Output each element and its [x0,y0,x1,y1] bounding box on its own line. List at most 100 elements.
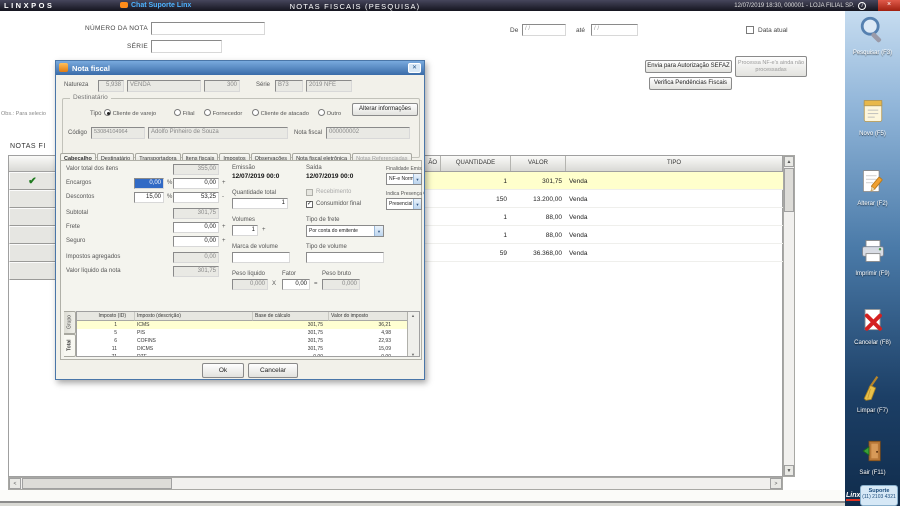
natureza-desc-field[interactable]: VENDA [127,80,201,92]
edit-pencil-icon [859,167,887,200]
side-tab-total[interactable]: Total [64,334,76,357]
impostos-row[interactable]: 5 PIS 301,75 4,98 [77,329,407,337]
scroll-right-button[interactable]: > [770,478,782,489]
row-selector[interactable]: ✔ [9,172,56,190]
presenca-dropdown[interactable]: Presencial ▼ [386,198,422,210]
impostos-header-id[interactable]: Imposto (ID) [77,312,135,321]
nota-fiscal-numero-field[interactable]: 000000002 [326,127,410,139]
app-logo: LINXPOS [4,1,55,10]
impostos-agregados-field[interactable]: 0,00 [173,252,219,263]
verifica-pendencias-button[interactable]: Verifica Pendências Fiscais [649,77,732,90]
chat-support-link[interactable]: Chat Suporte Linx [131,2,191,9]
radio-cliente-atacado[interactable]: Cliente de atacado [252,109,309,117]
grid-header-tipo[interactable]: TIPO [566,156,782,171]
sidebar-button-limpar[interactable]: Limpar (F7) [845,374,900,414]
impostos-row[interactable]: 1 ICMS 301,75 36,21 [77,321,407,329]
subtotal-field[interactable]: 301,75 [173,208,219,219]
scroll-up-icon[interactable]: ▲ [411,313,415,318]
processa-nfe-button[interactable]: Processa NF-e's ainda não processadas [735,56,807,77]
close-window-button[interactable]: × [878,0,900,11]
quantidade-total-field[interactable]: 1 [232,198,288,209]
side-tab-grupo[interactable]: Grupo [64,311,76,334]
scroll-down-button[interactable]: ▼ [784,465,794,476]
sidebar-button-novo[interactable]: Novo (F5) [845,97,900,137]
impostos-header-base[interactable]: Base de cálculo [253,312,329,321]
sidebar-button-cancelar[interactable]: Cancelar (F8) [845,306,900,346]
sidebar-button-alterar[interactable]: Alterar (F2) [845,167,900,207]
sidebar-button-pesquisar[interactable]: Pesquisar (F3) [845,14,900,56]
scroll-left-button[interactable]: < [9,478,21,489]
impostos-row[interactable]: 6 COFINS 301,75 22,93 [77,337,407,345]
serie-input[interactable] [151,40,222,53]
multiply-symbol: X [272,281,277,287]
grid-header-valor[interactable]: VALOR [511,156,566,171]
impostos-header-desc[interactable]: Imposto (descrição) [135,312,253,321]
plus-symbol: + [262,227,266,233]
encargos-valor-field[interactable]: 0,00 [173,178,219,189]
impostos-scrollbar[interactable]: ▲ ▼ [407,312,419,356]
seguro-field[interactable]: 0,00 [173,236,219,247]
impostos-header-valor[interactable]: Valor do imposto [329,312,407,321]
radio-fornecedor[interactable]: Fornecedor [204,109,242,117]
row-selector[interactable] [9,244,56,262]
tipo-frete-dropdown[interactable]: Por conta do emitente ▼ [306,225,384,237]
scrollbar-thumb[interactable] [22,478,172,489]
descontos-pct-field[interactable]: 15,00 [134,192,164,203]
finalidade-dropdown[interactable]: NF-e Normal ▼ [386,173,422,185]
scroll-up-button[interactable]: ▲ [784,156,794,167]
dialog-close-icon[interactable]: ✕ [408,63,421,73]
codigo-field[interactable]: 53084104964 [91,127,145,139]
marca-volume-field[interactable] [232,252,290,263]
plus-symbol: + [222,224,226,230]
chevron-down-icon[interactable]: ▼ [374,226,383,236]
chevron-down-icon[interactable]: ▼ [413,174,421,184]
row-selector[interactable] [9,208,56,226]
data-atual-checkbox[interactable] [746,26,754,34]
radio-filial[interactable]: Filial [174,109,195,117]
valor-liquido-field[interactable]: 301,75 [173,266,219,277]
grid-header-quantidade[interactable]: QUANTIDADE [441,156,511,171]
numero-nota-input[interactable] [151,22,265,35]
cancelar-button[interactable]: Cancelar [248,363,298,378]
sidebar-button-imprimir[interactable]: Imprimir (F9) [845,237,900,277]
tipo-volume-field[interactable] [306,252,384,263]
impostos-row[interactable]: 11 DICMS 301,75 15,09 [77,345,407,353]
volumes-field[interactable]: 1 [232,225,258,236]
horizontal-scrollbar[interactable]: < > [8,477,783,490]
ok-button[interactable]: Ok [202,363,244,378]
consumidor-final-checkbox[interactable]: ✓ [306,201,313,208]
impostos-row[interactable]: 71 DTE 0,00 0,00 [77,353,407,356]
chat-icon[interactable] [120,2,128,8]
radio-cliente-varejo[interactable]: Cliente de varejo [104,109,156,117]
date-from-label: De [510,27,519,34]
scroll-down-icon[interactable]: ▼ [411,352,415,356]
radio-outro[interactable]: Outro [318,109,341,117]
frete-field[interactable]: 0,00 [173,222,219,233]
peso-liquido-field[interactable]: 0,000 [232,279,268,290]
descontos-valor-field[interactable]: 53,25 [173,192,219,203]
impostos-grid: Imposto (ID) Imposto (descrição) Base de… [76,311,420,357]
destinatario-nome-field[interactable]: Adolfo Pinheiro de Souza [148,127,288,139]
scrollbar-thumb[interactable] [784,168,794,212]
info-icon[interactable]: i [858,1,866,10]
sidebar-button-sair[interactable]: Sair (F11) [845,438,900,476]
chevron-down-icon[interactable]: ▼ [413,199,421,209]
encargos-pct-field[interactable]: 0,00 [134,178,164,189]
valor-total-field[interactable]: 355,00 [173,164,219,175]
date-to-input[interactable]: / / [591,24,638,36]
row-selector[interactable] [9,226,56,244]
envia-sefaz-button[interactable]: Envia para Autorização SEFAZ [645,60,732,73]
fator-field[interactable]: 0,00 [282,279,310,290]
vertical-scrollbar[interactable]: ▲ ▼ [783,155,795,477]
natureza-codigo-field[interactable]: 5,938 [98,80,124,92]
row-selector[interactable] [9,190,56,208]
serie-field[interactable]: B73 [275,80,303,92]
serie-ano-field[interactable]: 2019 NFE [306,80,352,92]
support-box[interactable]: Suporte (11) 2103 4321 [860,485,898,506]
minus-symbol: - [222,194,224,200]
natureza-num-field[interactable]: 300 [204,80,240,92]
row-selector[interactable] [9,262,56,280]
alterar-informacoes-button[interactable]: Alterar informações [352,103,418,116]
peso-bruto-field[interactable]: 0,000 [322,279,360,290]
date-from-input[interactable]: / / [522,24,566,36]
